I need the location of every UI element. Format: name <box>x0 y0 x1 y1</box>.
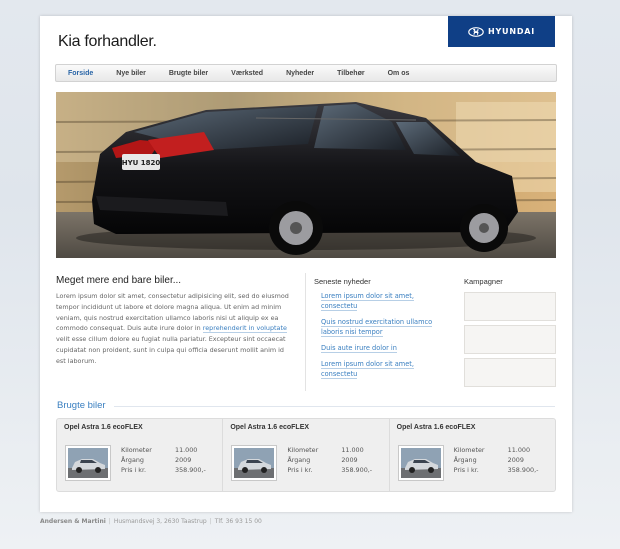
nav-item[interactable]: Nyheder <box>274 70 325 77</box>
brand-name: HYUNDAI <box>487 27 536 36</box>
campaign-box[interactable] <box>464 292 556 321</box>
section-divider <box>114 406 555 407</box>
car-title[interactable]: Opel Astra 1.6 ecoFLEX <box>64 424 143 431</box>
news-item: Duis aute irure dolor in <box>321 343 445 353</box>
spec-value: 358.900,- <box>341 466 373 474</box>
news-link[interactable]: Quis nostrud exercitation ullamco labori… <box>321 318 433 337</box>
spec-value: 11.000 <box>175 446 198 454</box>
car-thumbnail[interactable] <box>65 445 111 481</box>
spec-value: 2009 <box>507 456 524 464</box>
spec-row: Kilometer 11.000 <box>287 445 372 455</box>
car-card[interactable]: Opel Astra 1.6 ecoFLEX Kilometer 11.000 Årg… <box>390 419 555 491</box>
intro-link[interactable]: reprehenderit in voluptate <box>202 324 287 334</box>
news-item: Lorem ipsum dolor sit amet, consectetu <box>321 359 445 379</box>
footer-address: Husmandsvej 3, 2630 Taastrup <box>113 518 207 525</box>
news-item: Quis nostrud exercitation ullamco labori… <box>321 317 445 337</box>
spec-label: Kilometer <box>121 446 152 454</box>
page-container: Kia forhandler. HYUNDAI Forside Nye biler… <box>40 16 572 512</box>
car-specs: Kilometer 11.000 Årgang 2009 Pris i kr. 358.9… <box>121 445 206 475</box>
hero-image: HYU 1820 <box>56 92 556 258</box>
spec-row: Kilometer 11.000 <box>121 445 206 455</box>
nav-item[interactable]: Brugte biler <box>157 70 219 77</box>
news-item: Lorem ipsum dolor sit amet, consectetu <box>321 291 445 311</box>
spec-value: 358.900,- <box>175 466 206 474</box>
car-card[interactable]: Opel Astra 1.6 ecoFLEX Kilometer 11.000 Årg… <box>57 419 224 491</box>
car-specs: Kilometer 11.000 Årgang 2009 Pris i kr. 358.9… <box>287 445 372 475</box>
spec-row: Pris i kr. 358.900,- <box>121 465 206 475</box>
intro-heading: Meget mere end bare biler... <box>56 275 182 286</box>
spec-label: Årgang <box>287 456 311 464</box>
footer-phone: Tlf. 36 93 15 00 <box>214 518 262 525</box>
news-link[interactable]: Lorem ipsum dolor sit amet, consectetu <box>321 292 414 311</box>
news-link[interactable]: Lorem ipsum dolor sit amet, consectetu <box>321 360 414 379</box>
nav-item[interactable]: Om os <box>376 70 421 77</box>
nav-item[interactable]: Forside <box>56 70 104 77</box>
news-list: Lorem ipsum dolor sit amet, consectetu Qu… <box>321 291 445 385</box>
spec-label: Pris i kr. <box>121 466 147 474</box>
column-divider <box>305 273 306 391</box>
spec-row: Årgang 2009 <box>454 455 539 465</box>
hyundai-logo-icon <box>468 26 484 37</box>
brand-logo[interactable]: HYUNDAI <box>448 16 555 47</box>
intro-text-part: velit esse cillum dolore eu fugiat nulla… <box>56 335 286 365</box>
car-title[interactable]: Opel Astra 1.6 ecoFLEX <box>397 424 476 431</box>
used-cars-panel: Opel Astra 1.6 ecoFLEX Kilometer 11.000 Årg… <box>56 418 556 492</box>
news-link[interactable]: Duis aute irure dolor in <box>321 344 397 353</box>
spec-row: Pris i kr. 358.900,- <box>287 465 372 475</box>
news-heading: Seneste nyheder <box>314 277 371 286</box>
car-title[interactable]: Opel Astra 1.6 ecoFLEX <box>230 424 309 431</box>
nav-item[interactable]: Nye biler <box>104 70 157 77</box>
spec-label: Kilometer <box>287 446 319 454</box>
campaign-box[interactable] <box>464 358 556 387</box>
car-specs: Kilometer 11.000 Årgang 2009 Pris i kr. 358.9… <box>454 445 539 475</box>
spec-value: 11.000 <box>341 446 364 454</box>
spec-row: Kilometer 11.000 <box>454 445 539 455</box>
footer-separator: | <box>209 518 212 525</box>
spec-value: 11.000 <box>507 446 531 454</box>
spec-value: 358.900,- <box>507 466 539 474</box>
car-thumbnail[interactable] <box>231 445 278 481</box>
main-nav: Forside Nye biler Brugte biler Værksted Nyhe… <box>55 64 557 82</box>
used-cars-heading: Brugte biler <box>57 400 106 411</box>
footer-separator: | <box>108 518 111 525</box>
car-card[interactable]: Opel Astra 1.6 ecoFLEX Kilometer 11.000 Årg… <box>223 419 390 491</box>
spec-row: Årgang 2009 <box>121 455 206 465</box>
footer: Andersen & Martini | Husmandsvej 3, 2630 T… <box>40 518 262 525</box>
spec-label: Årgang <box>453 456 477 464</box>
spec-value: 2009 <box>341 456 358 464</box>
spec-row: Pris i kr. 358.900,- <box>454 465 539 475</box>
footer-company: Andersen & Martini <box>40 518 106 525</box>
spec-row: Årgang 2009 <box>287 455 372 465</box>
car-thumbnail[interactable] <box>397 445 444 481</box>
campaigns-heading: Kampagner <box>464 277 503 286</box>
nav-item[interactable]: Værksted <box>219 70 274 77</box>
spec-label: Pris i kr. <box>287 466 313 474</box>
spec-value: 2009 <box>175 456 192 464</box>
spec-label: Årgang <box>121 456 144 464</box>
nav-item[interactable]: Tilbehør <box>325 70 375 77</box>
intro-text: Lorem ipsum dolor sit amet, consectetur … <box>56 291 292 367</box>
campaign-box[interactable] <box>464 325 556 354</box>
spec-label: Pris i kr. <box>453 466 479 474</box>
site-title: Kia forhandler. <box>58 33 157 50</box>
spec-label: Kilometer <box>453 446 485 454</box>
license-plate: HYU 1820 <box>122 159 161 167</box>
